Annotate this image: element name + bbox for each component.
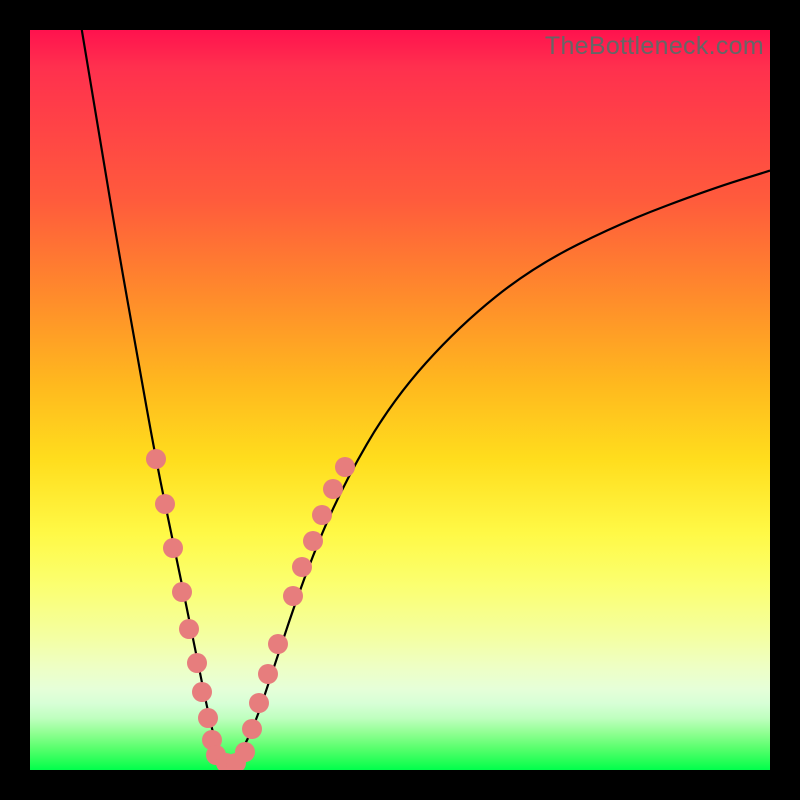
data-point xyxy=(163,538,183,558)
data-point xyxy=(312,505,332,525)
data-point xyxy=(192,682,212,702)
data-point xyxy=(172,582,192,602)
data-point xyxy=(258,664,278,684)
data-point xyxy=(146,449,166,469)
data-point xyxy=(292,557,312,577)
data-point xyxy=(179,619,199,639)
data-point xyxy=(283,586,303,606)
data-point xyxy=(323,479,343,499)
data-point xyxy=(235,742,255,762)
data-point xyxy=(155,494,175,514)
data-point xyxy=(249,693,269,713)
plot-area: TheBottleneck.com xyxy=(30,30,770,770)
chart-frame: TheBottleneck.com xyxy=(0,0,800,800)
data-point xyxy=(303,531,323,551)
data-point xyxy=(335,457,355,477)
data-point xyxy=(187,653,207,673)
watermark-text: TheBottleneck.com xyxy=(545,32,764,61)
data-point xyxy=(198,708,218,728)
data-point xyxy=(268,634,288,654)
data-point xyxy=(242,719,262,739)
bottleneck-curve xyxy=(30,30,770,770)
